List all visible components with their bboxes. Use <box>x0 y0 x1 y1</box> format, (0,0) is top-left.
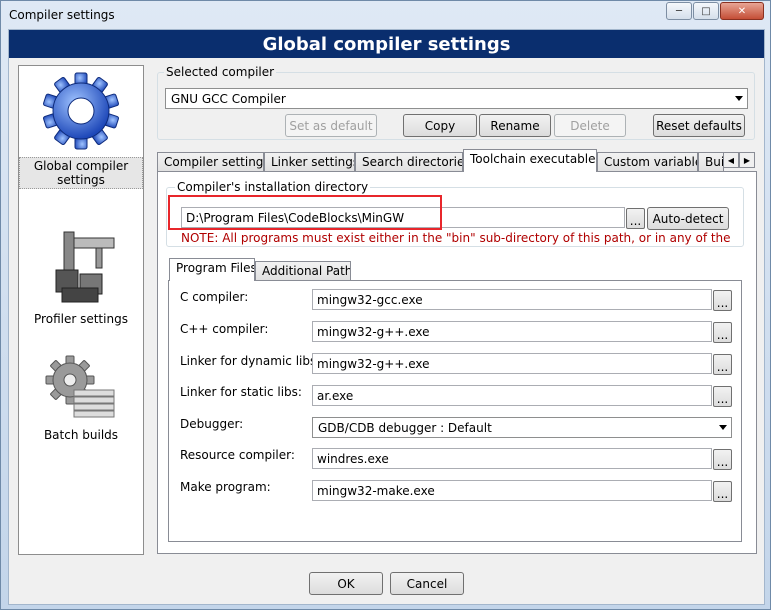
make-program-label: Make program: <box>180 480 271 494</box>
sidebar-item-label: Profiler settings <box>34 312 128 326</box>
close-button[interactable]: ✕ <box>720 2 764 20</box>
c-compiler-input[interactable]: mingw32-gcc.exe <box>312 289 712 310</box>
set-as-default-button[interactable]: Set as default <box>285 114 377 137</box>
selected-compiler-label: Selected compiler <box>164 65 277 79</box>
page-title: Global compiler settings <box>9 30 764 58</box>
compiler-settings-window: Compiler settings ─ □ ✕ Global compiler … <box>0 0 771 610</box>
caliper-icon <box>55 231 115 303</box>
browse-static-linker-button[interactable]: ... <box>713 386 732 407</box>
debugger-select[interactable]: GDB/CDB debugger : Default <box>312 417 732 438</box>
copy-button[interactable]: Copy <box>403 114 477 137</box>
install-dir-label: Compiler's installation directory <box>175 180 371 194</box>
sidebar-item-label: Batch builds <box>43 428 119 442</box>
auto-detect-button[interactable]: Auto-detect <box>647 207 729 230</box>
tab-build-options[interactable]: Bui <box>698 152 724 172</box>
tab-linker-settings[interactable]: Linker settings <box>264 152 355 172</box>
dynamic-linker-input[interactable]: mingw32-g++.exe <box>312 353 712 374</box>
static-linker-input[interactable]: ar.exe <box>312 385 712 406</box>
c-compiler-label: C compiler: <box>180 290 249 304</box>
static-linker-label: Linker for static libs: <box>180 385 302 399</box>
sidebar-item-global-compiler[interactable]: Global compiler settings <box>19 68 143 189</box>
debugger-label: Debugger: <box>180 417 244 431</box>
rename-button[interactable]: Rename <box>479 114 551 137</box>
resource-compiler-label: Resource compiler: <box>180 448 295 462</box>
tab-compiler-settings[interactable]: Compiler settings <box>157 152 264 172</box>
browse-resource-compiler-button[interactable]: ... <box>713 449 732 470</box>
compiler-select-value: GNU GCC Compiler <box>171 92 286 106</box>
tab-program-files[interactable]: Program Files <box>169 258 255 281</box>
dialog-body: Global compiler settings Global compiler… <box>8 29 765 605</box>
cancel-button[interactable]: Cancel <box>390 572 464 595</box>
compiler-select[interactable]: GNU GCC Compiler <box>165 88 748 109</box>
sidebar-item-profiler[interactable]: Profiler settings <box>19 226 143 327</box>
make-program-input[interactable]: mingw32-make.exe <box>312 480 712 501</box>
program-files-panel <box>168 280 742 542</box>
delete-button[interactable]: Delete <box>554 114 626 137</box>
reset-defaults-button[interactable]: Reset defaults <box>653 114 745 137</box>
browse-install-dir-button[interactable]: ... <box>626 208 645 229</box>
tab-additional-paths[interactable]: Additional Paths <box>255 261 351 281</box>
sidebar-item-label: Global compiler settings <box>19 157 143 189</box>
cpp-compiler-label: C++ compiler: <box>180 322 269 336</box>
gear-icon <box>43 72 119 150</box>
debugger-select-value: GDB/CDB debugger : Default <box>318 421 492 435</box>
tab-scroll-left-icon[interactable]: ◀ <box>723 152 739 168</box>
resource-compiler-input[interactable]: windres.exe <box>312 448 712 469</box>
window-title: Compiler settings <box>9 8 115 22</box>
sidebar-item-batch-builds[interactable]: Batch builds <box>19 352 143 443</box>
browse-cpp-compiler-button[interactable]: ... <box>713 322 732 343</box>
title-bar[interactable]: Compiler settings ─ □ ✕ <box>1 1 770 29</box>
maximize-button[interactable]: □ <box>693 2 719 20</box>
highlight-box <box>168 195 442 230</box>
minimize-button[interactable]: ─ <box>666 2 692 20</box>
install-dir-note: NOTE: All programs must exist either in … <box>181 231 731 245</box>
settings-category-list: Global compiler settings Profiler settin… <box>18 65 144 555</box>
browse-make-program-button[interactable]: ... <box>713 481 732 502</box>
gear-stack-icon <box>45 355 115 418</box>
chevron-down-icon <box>719 425 727 430</box>
browse-dynamic-linker-button[interactable]: ... <box>713 354 732 375</box>
ok-button[interactable]: OK <box>309 572 383 595</box>
cpp-compiler-input[interactable]: mingw32-g++.exe <box>312 321 712 342</box>
tab-scroll-right-icon[interactable]: ▶ <box>739 152 755 168</box>
tab-custom-variables[interactable]: Custom variables <box>597 152 698 172</box>
chevron-down-icon <box>735 96 743 101</box>
dynamic-linker-label: Linker for dynamic libs: <box>180 354 321 368</box>
tab-toolchain-executables[interactable]: Toolchain executables <box>463 149 597 172</box>
tab-search-directories[interactable]: Search directories <box>355 152 463 172</box>
browse-c-compiler-button[interactable]: ... <box>713 290 732 311</box>
